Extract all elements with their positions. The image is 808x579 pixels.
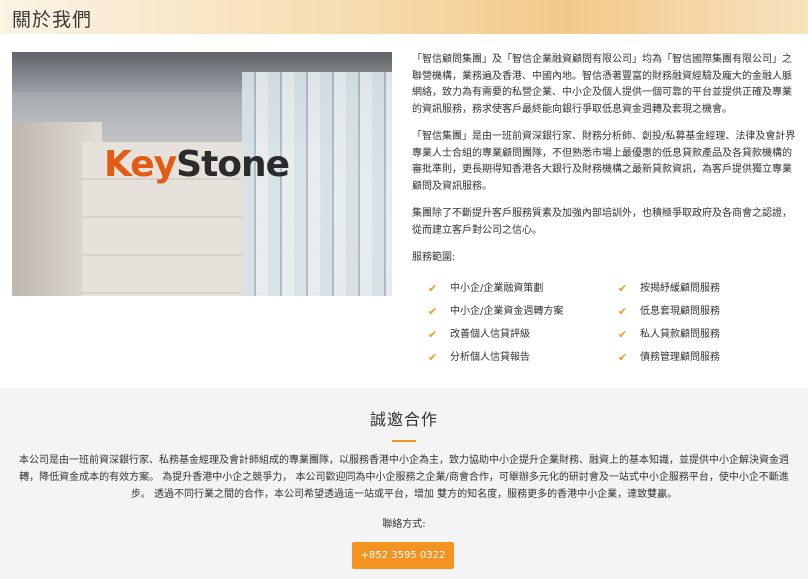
keystone-logo: KeyStone [104, 144, 290, 185]
service-item: ✔ 中小企/企業資金週轉方案 [428, 305, 608, 328]
check-icon: ✔ [618, 351, 628, 364]
service-label: 按揭紓緩顧問服務 [640, 283, 720, 294]
cooperation-section: 誠邀合作 本公司是由一班前資深銀行家、私務基金經理及會計師組成的專業團隊，以服務… [0, 388, 808, 579]
logo-stone: Stone [176, 144, 290, 185]
check-icon: ✔ [428, 305, 438, 318]
check-icon: ✔ [618, 305, 628, 318]
phone-button[interactable]: +852 3595 0322 [352, 542, 454, 569]
page-header: 關於我們 [0, 0, 808, 34]
logo-key: Key [104, 144, 177, 185]
cooperation-line-3: 步。 透過不同行業之間的合作，本公司希望透過這一站或平台，增加 雙方的知名度，服… [130, 489, 678, 500]
cooperation-line-1: 本公司是由一班前資深銀行家、私務基金經理及會計師組成的專業團隊，以服務香港中小企… [19, 455, 789, 466]
office-photo: KeyStone [12, 52, 392, 296]
title-underline [392, 440, 416, 442]
service-item: ✔ 債務管理顧問服務 [618, 351, 798, 374]
page-title: 關於我們 [12, 9, 93, 31]
services-column-right: ✔ 按揭紓緩顧問服務 ✔ 低息套現顧問服務 ✔ 私人貸款顧問服務 ✔ 債務管理顧問服務 [618, 282, 798, 374]
service-item: ✔ 按揭紓緩顧問服務 [618, 282, 798, 305]
intro-section: 「智信顧問集團」及「智信企業融資顧問有限公司」均為「智信國際集團有限公司」之聯營… [412, 52, 798, 277]
service-label: 分析個人信貸報告 [450, 352, 530, 363]
cooperation-title: 誠邀合作 [369, 410, 438, 429]
service-item: ✔ 私人貸款顧問服務 [618, 328, 798, 351]
cooperation-line-2: 轉，降低資金成本的有效方案。 為提升香港中小企之競爭力， 本公司歡迎同為中小企服… [19, 472, 789, 483]
intro-paragraph-3: 集團除了不斷提升客戶服務質素及加強內部培訓外，也積極爭取政府及各商會之認證，從而… [412, 208, 792, 236]
service-item: ✔ 低息套現顧問服務 [618, 305, 798, 328]
check-icon: ✔ [428, 282, 438, 295]
service-item: ✔ 中小企/企業融資策劃 [428, 282, 608, 305]
service-label: 私人貸款顧問服務 [640, 329, 720, 340]
check-icon: ✔ [428, 328, 438, 341]
service-label: 債務管理顧問服務 [640, 352, 720, 363]
service-scope-label: 服務範圍: [412, 252, 456, 263]
services-column-left: ✔ 中小企/企業融資策劃 ✔ 中小企/企業資金週轉方案 ✔ 改善個人信貸評級 ✔ 分析個… [428, 282, 608, 374]
check-icon: ✔ [618, 282, 628, 295]
service-label: 中小企/企業融資策劃 [450, 283, 544, 294]
intro-paragraph-2: 「智信集團」是由一班前資深銀行家、財務分析師、創投/私募基金經理、法律及會計界專… [412, 131, 796, 192]
cooperation-body: 本公司是由一班前資深銀行家、私務基金經理及會計師組成的專業團隊，以服務香港中小企… [12, 452, 796, 503]
check-icon: ✔ [618, 328, 628, 341]
service-label: 中小企/企業資金週轉方案 [450, 306, 564, 317]
check-icon: ✔ [428, 351, 438, 364]
service-label: 改善個人信貸評級 [450, 329, 530, 340]
service-label: 低息套現顧問服務 [640, 306, 720, 317]
service-item: ✔ 改善個人信貸評級 [428, 328, 608, 351]
contact-label: 聯絡方式: [382, 519, 426, 530]
intro-paragraph-1: 「智信顧問集團」及「智信企業融資顧問有限公司」均為「智信國際集團有限公司」之聯營… [412, 54, 792, 115]
service-item: ✔ 分析個人信貸報告 [428, 351, 608, 374]
